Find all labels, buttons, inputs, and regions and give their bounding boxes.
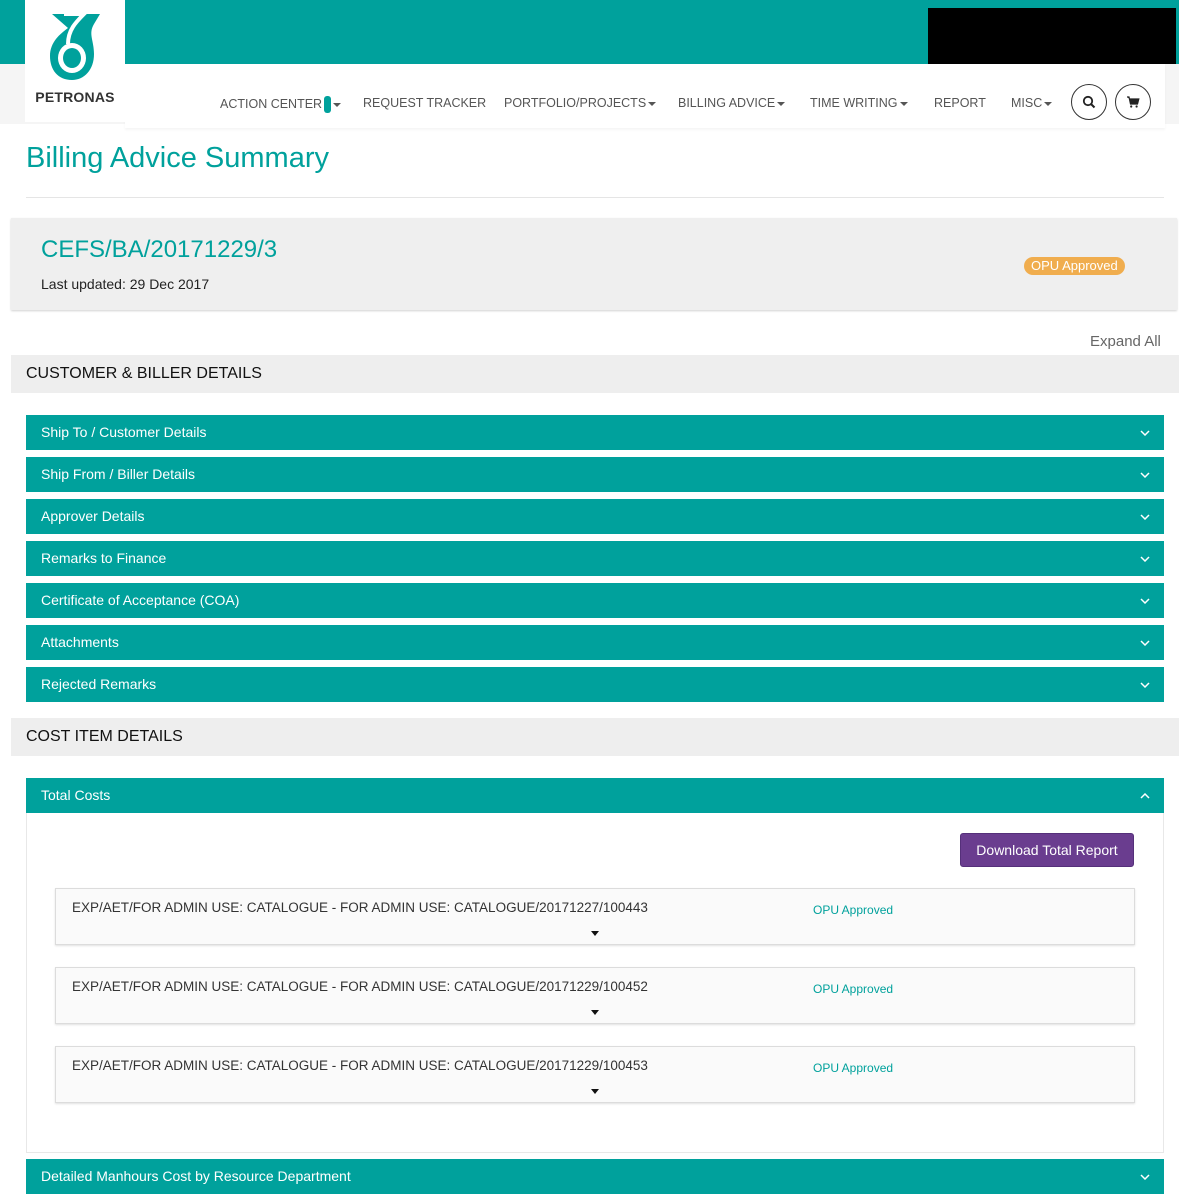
billing-advice-card: CEFS/BA/20171229/3 Last updated: 29 Dec …: [11, 218, 1177, 310]
cost-item-row[interactable]: EXP/AET/FOR ADMIN USE: CATALOGUE - FOR A…: [55, 888, 1135, 945]
accordion-label: Ship To / Customer Details: [41, 424, 207, 440]
chevron-down-icon: [1140, 415, 1150, 450]
notification-badge: [324, 96, 332, 113]
caret-down-icon[interactable]: [591, 1010, 599, 1015]
accordion-label: Total Costs: [41, 787, 111, 803]
accordion-approver[interactable]: Approver Details: [26, 499, 1164, 534]
accordion-label: Ship From / Biller Details: [41, 466, 196, 482]
accordion-attachments[interactable]: Attachments: [26, 625, 1164, 660]
caret-down-icon[interactable]: [591, 1089, 599, 1094]
expand-all-link[interactable]: Expand All: [1090, 333, 1161, 350]
accordion-label: Detailed Manhours Cost by Resource Depar…: [41, 1168, 351, 1184]
nav-misc-label: MISC: [1011, 96, 1043, 110]
status-badge: OPU Approved: [1024, 257, 1125, 275]
page-title: Billing Advice Summary: [26, 142, 329, 174]
accordion-ship-from[interactable]: Ship From / Biller Details: [26, 457, 1164, 492]
nav-portfolio-projects[interactable]: PORTFOLIO/PROJECTS: [504, 96, 657, 110]
cost-item-ref: EXP/AET/FOR ADMIN USE: CATALOGUE - FOR A…: [72, 900, 648, 915]
accordion-label: Approver Details: [41, 508, 145, 524]
chevron-down-icon: [1140, 667, 1150, 702]
cost-item-status: OPU Approved: [813, 982, 894, 996]
accordion-manhours-cost[interactable]: Detailed Manhours Cost by Resource Depar…: [26, 1159, 1164, 1194]
chevron-down-icon: [1140, 625, 1150, 660]
chevron-down-icon: [1140, 499, 1150, 534]
accordion-label: Attachments: [41, 634, 119, 650]
nav-time-writing[interactable]: TIME WRITING: [810, 96, 908, 110]
last-updated: Last updated: 29 Dec 2017: [41, 276, 210, 292]
accordion-total-costs[interactable]: Total Costs: [26, 778, 1164, 813]
nav-portfolio-projects-label: PORTFOLIO/PROJECTS: [504, 96, 647, 110]
chevron-down-icon: [899, 101, 908, 106]
chevron-up-icon: [1140, 778, 1150, 813]
accordion-remarks-finance[interactable]: Remarks to Finance: [26, 541, 1164, 576]
petronas-logo[interactable]: PETRONAS: [25, 0, 125, 122]
search-icon: [1082, 95, 1096, 109]
accordion-rejected-remarks[interactable]: Rejected Remarks: [26, 667, 1164, 702]
chevron-down-icon: [1140, 583, 1150, 618]
top-bar: [0, 0, 1179, 64]
nav-request-tracker-label: REQUEST TRACKER: [363, 96, 487, 110]
nav-action-center-label: ACTION CENTER: [220, 96, 323, 111]
chevron-down-icon: [1140, 1159, 1150, 1194]
nav-report[interactable]: REPORT: [934, 96, 986, 110]
cost-item-status: OPU Approved: [813, 903, 894, 917]
chevron-down-icon: [1044, 101, 1053, 106]
nav-request-tracker[interactable]: REQUEST TRACKER: [363, 96, 486, 110]
cost-item-row[interactable]: EXP/AET/FOR ADMIN USE: CATALOGUE - FOR A…: [55, 967, 1135, 1024]
nav-time-writing-label: TIME WRITING: [810, 96, 898, 110]
chevron-down-icon: [1140, 541, 1150, 576]
billing-advice-id: CEFS/BA/20171229/3: [41, 236, 278, 263]
cost-item-ref: EXP/AET/FOR ADMIN USE: CATALOGUE - FOR A…: [72, 1058, 648, 1073]
cost-item-section-title: COST ITEM DETAILS: [11, 718, 1179, 756]
cart-icon: [1127, 96, 1140, 108]
chevron-down-icon: [333, 102, 342, 107]
chevron-down-icon: [777, 101, 786, 106]
nav-billing-advice-label: BILLING ADVICE: [678, 96, 776, 110]
nav-misc[interactable]: MISC: [1011, 96, 1053, 110]
accordion-ship-to[interactable]: Ship To / Customer Details: [26, 415, 1164, 450]
title-divider: [26, 197, 1164, 198]
cart-button[interactable]: [1115, 84, 1151, 120]
caret-down-icon[interactable]: [591, 931, 599, 936]
customer-biller-section-title: CUSTOMER & BILLER DETAILS: [11, 355, 1179, 393]
cost-item-status: OPU Approved: [813, 1061, 894, 1075]
cost-item-row[interactable]: EXP/AET/FOR ADMIN USE: CATALOGUE - FOR A…: [55, 1046, 1135, 1103]
cost-item-ref: EXP/AET/FOR ADMIN USE: CATALOGUE - FOR A…: [72, 979, 648, 994]
chevron-down-icon: [1140, 457, 1150, 492]
chevron-down-icon: [648, 101, 657, 106]
accordion-label: Certificate of Acceptance (COA): [41, 592, 240, 608]
search-button[interactable]: [1071, 84, 1107, 120]
nav-report-label: REPORT: [934, 96, 986, 110]
accordion-label: Remarks to Finance: [41, 550, 167, 566]
redacted-block: [928, 8, 1176, 64]
download-total-report-button[interactable]: Download Total Report: [960, 833, 1134, 867]
nav-billing-advice[interactable]: BILLING ADVICE: [678, 96, 786, 110]
petronas-logo-icon: [50, 12, 100, 80]
accordion-label: Rejected Remarks: [41, 676, 157, 692]
petronas-wordmark: PETRONAS: [35, 89, 115, 105]
accordion-coa[interactable]: Certificate of Acceptance (COA): [26, 583, 1164, 618]
nav-action-center[interactable]: ACTION CENTER: [220, 96, 342, 113]
